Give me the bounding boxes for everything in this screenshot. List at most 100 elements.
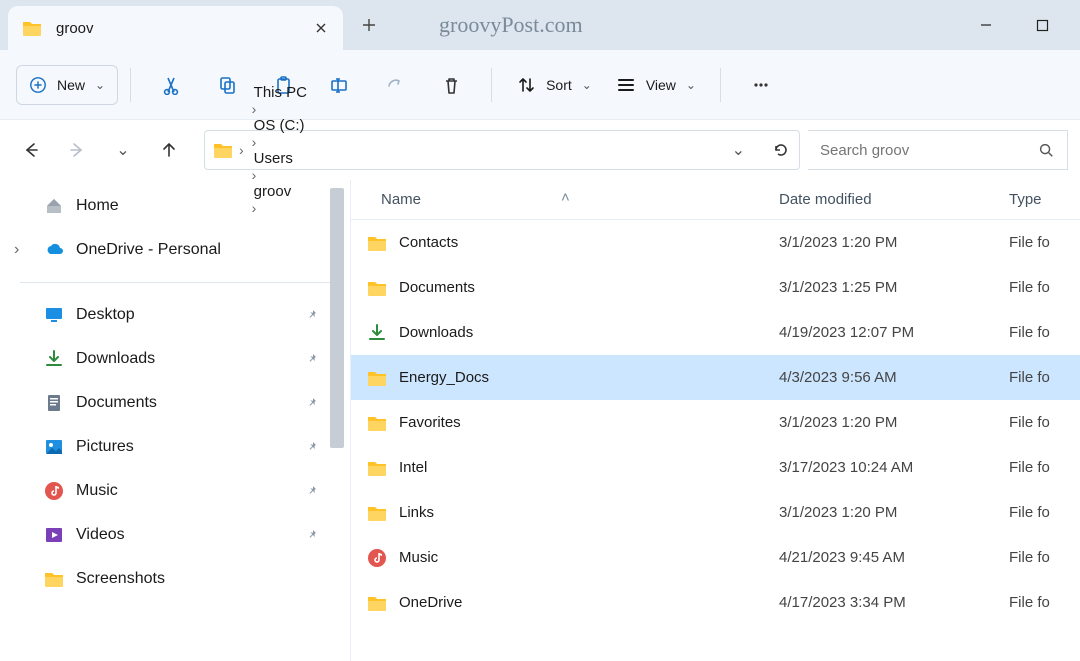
up-button[interactable] — [150, 131, 188, 169]
file-row[interactable]: Contacts3/1/2023 1:20 PMFile fo — [351, 220, 1080, 265]
tab-groov[interactable]: groov — [8, 6, 343, 50]
cell-type: File fo — [1001, 594, 1080, 611]
file-row[interactable]: Documents3/1/2023 1:25 PMFile fo — [351, 265, 1080, 310]
cell-date: 4/19/2023 12:07 PM — [771, 324, 1001, 341]
sidebar-item-music[interactable]: Music — [0, 469, 350, 513]
sidebar-item-desktop[interactable]: Desktop — [0, 293, 350, 337]
sort-indicator-icon: ˄ — [561, 189, 570, 206]
sidebar-item-label: Downloads — [76, 350, 155, 368]
chevron-down-icon: ⌄ — [95, 78, 105, 92]
watermark-text: groovyPost.com — [389, 0, 976, 50]
search-box[interactable] — [808, 130, 1068, 170]
sidebar-scrollbar[interactable] — [330, 180, 344, 661]
back-button[interactable] — [12, 131, 50, 169]
column-header-type[interactable]: Type — [1001, 191, 1080, 208]
cell-name: Energy_Docs — [351, 368, 771, 388]
more-button[interactable] — [733, 65, 789, 105]
file-row[interactable]: Energy_Docs4/3/2023 9:56 AMFile fo — [351, 355, 1080, 400]
toolbar-separator — [130, 68, 131, 102]
cell-type: File fo — [1001, 234, 1080, 251]
cell-date: 3/17/2023 10:24 AM — [771, 459, 1001, 476]
chevron-right-icon[interactable]: › — [237, 142, 246, 158]
folder-icon — [367, 368, 387, 388]
history-dropdown-button[interactable]: ⌄ — [104, 131, 142, 169]
column-header-date[interactable]: Date modified — [771, 191, 1001, 208]
copy-button[interactable] — [199, 65, 255, 105]
file-row[interactable]: Intel3/17/2023 10:24 AMFile fo — [351, 445, 1080, 490]
address-bar[interactable]: › This PC›OS (C:)›Users›groov› ⌄ — [204, 130, 800, 170]
chevron-right-icon[interactable]: › — [250, 134, 259, 150]
rename-button[interactable] — [311, 65, 367, 105]
cell-name: Intel — [351, 458, 771, 478]
chevron-right-icon[interactable]: › — [250, 101, 259, 117]
breadcrumb-item[interactable]: This PC — [250, 84, 311, 101]
file-name: Contacts — [399, 234, 458, 251]
address-dropdown-button[interactable]: ⌄ — [732, 140, 745, 160]
view-icon — [616, 75, 636, 95]
titlebar: groov groovyPost.com — [0, 0, 1080, 50]
column-header-name[interactable]: Name ˄ — [351, 191, 771, 208]
downloads-icon — [367, 323, 387, 343]
breadcrumb-label: This PC — [254, 84, 307, 101]
cell-name: Contacts — [351, 233, 771, 253]
view-button[interactable]: View ⌄ — [604, 65, 708, 105]
sidebar-item-videos[interactable]: Videos — [0, 513, 350, 557]
pin-icon — [306, 484, 320, 498]
search-icon — [1037, 141, 1055, 159]
cell-type: File fo — [1001, 279, 1080, 296]
delete-button[interactable] — [423, 65, 479, 105]
sidebar-item-label: Screenshots — [76, 570, 165, 588]
file-name: Intel — [399, 459, 427, 476]
file-row[interactable]: Downloads4/19/2023 12:07 PMFile fo — [351, 310, 1080, 355]
pin-icon — [306, 528, 320, 542]
folder-icon — [367, 413, 387, 433]
pictures-icon — [42, 437, 66, 457]
cell-type: File fo — [1001, 504, 1080, 521]
tab-title: groov — [56, 20, 313, 37]
breadcrumb-item[interactable]: OS (C:) — [250, 117, 311, 134]
breadcrumb-label: OS (C:) — [254, 117, 305, 134]
chevron-down-icon: ⌄ — [686, 78, 696, 92]
search-input[interactable] — [820, 142, 1029, 159]
maximize-button[interactable] — [1032, 15, 1052, 35]
file-row[interactable]: Favorites3/1/2023 1:20 PMFile fo — [351, 400, 1080, 445]
sidebar-item-screenshots[interactable]: Screenshots — [0, 557, 350, 601]
breadcrumb-item[interactable]: Users — [250, 150, 311, 167]
chevron-right-icon[interactable]: › — [14, 241, 19, 259]
file-row[interactable]: Links3/1/2023 1:20 PMFile fo — [351, 490, 1080, 535]
cell-date: 3/1/2023 1:20 PM — [771, 504, 1001, 521]
cell-name: Favorites — [351, 413, 771, 433]
sidebar-item-home[interactable]: Home — [0, 184, 350, 228]
sidebar-divider — [20, 282, 330, 283]
close-tab-button[interactable] — [313, 20, 329, 36]
pin-icon — [306, 440, 320, 454]
cut-button[interactable] — [143, 65, 199, 105]
new-button[interactable]: New ⌄ — [16, 65, 118, 105]
sidebar-item-documents[interactable]: Documents — [0, 381, 350, 425]
file-row[interactable]: Music4/21/2023 9:45 AMFile fo — [351, 535, 1080, 580]
main-area: Home › OneDrive - Personal DesktopDownlo… — [0, 180, 1080, 661]
cell-name: Links — [351, 503, 771, 523]
minimize-button[interactable] — [976, 15, 996, 35]
folder-icon — [22, 18, 42, 38]
new-tab-button[interactable] — [349, 0, 389, 50]
sidebar-item-pictures[interactable]: Pictures — [0, 425, 350, 469]
cell-date: 4/21/2023 9:45 AM — [771, 549, 1001, 566]
file-name: OneDrive — [399, 594, 462, 611]
cell-name: OneDrive — [351, 593, 771, 613]
chevron-down-icon: ⌄ — [582, 78, 592, 92]
sidebar-item-onedrive[interactable]: › OneDrive - Personal — [0, 228, 350, 272]
folder-icon — [367, 458, 387, 478]
desktop-icon — [42, 305, 66, 325]
file-row[interactable]: OneDrive4/17/2023 3:34 PMFile fo — [351, 580, 1080, 625]
share-button[interactable] — [367, 65, 423, 105]
sidebar-item-downloads[interactable]: Downloads — [0, 337, 350, 381]
refresh-button[interactable] — [771, 140, 791, 160]
cell-date: 4/3/2023 9:56 AM — [771, 369, 1001, 386]
cell-date: 3/1/2023 1:20 PM — [771, 414, 1001, 431]
scrollbar-thumb[interactable] — [330, 188, 344, 448]
pin-icon — [306, 308, 320, 322]
sort-button[interactable]: Sort ⌄ — [504, 65, 604, 105]
folder-icon — [213, 140, 233, 160]
forward-button[interactable] — [58, 131, 96, 169]
